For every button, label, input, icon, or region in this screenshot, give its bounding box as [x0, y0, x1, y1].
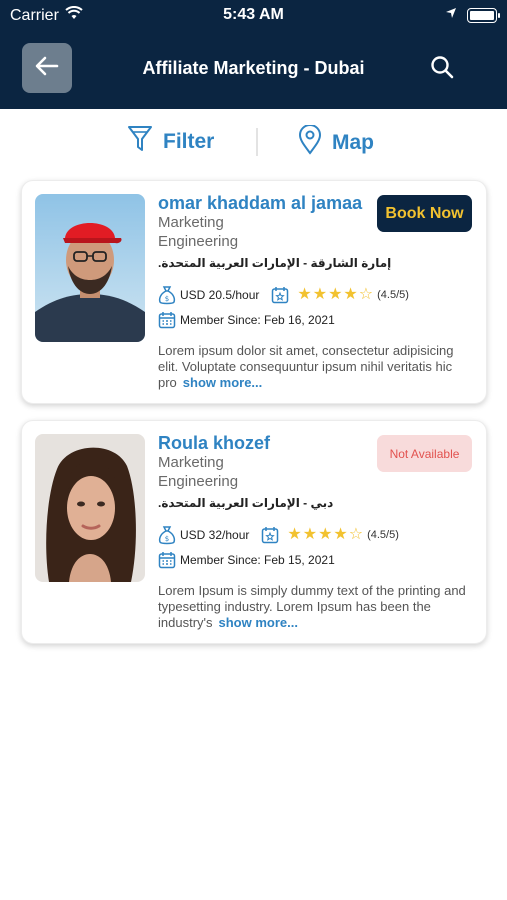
status-time: 5:43 AM: [223, 6, 284, 23]
money-bag-icon: $: [158, 285, 176, 305]
show-more-link[interactable]: show more...: [219, 615, 298, 630]
rate-rating-row: $ USD 32/hour ★ ★ ★ ★ ☆ (4.5/5): [158, 525, 399, 545]
location-arrow-icon: [445, 6, 457, 24]
profile-description: Lorem Ipsum is simply dummy text of the …: [158, 583, 472, 631]
profile-role-secondary: Engineering: [158, 233, 239, 250]
filter-label: Filter: [163, 130, 215, 153]
star-rating: ★ ★ ★ ★ ☆: [297, 287, 373, 303]
profile-role: Marketing: [158, 454, 224, 471]
rate-rating-row: $ USD 20.5/hour ★ ★ ★ ★ ☆ (4.5/5): [158, 285, 409, 305]
profile-location: إمارة الشارقة - الإمارات العربية المتحدة…: [158, 256, 392, 270]
back-arrow-icon: [35, 56, 59, 81]
member-since: Member Since: Feb 15, 2021: [180, 553, 335, 567]
half-star-icon: ☆: [348, 526, 364, 543]
profile-role-secondary: Engineering: [158, 473, 239, 490]
svg-text:$: $: [165, 295, 169, 303]
search-button[interactable]: [427, 54, 457, 84]
profile-card[interactable]: Roula khozef Marketing Engineering دبي -…: [21, 420, 487, 644]
rating-value: (4.5/5): [377, 289, 409, 301]
avatar: [35, 434, 145, 582]
not-available-badge: Not Available: [377, 435, 472, 472]
map-pin-icon: [298, 124, 322, 161]
navigation-bar: Affiliate Marketing - Dubai: [0, 30, 507, 109]
profile-card[interactable]: omar khaddam al jamaa Marketing Engineer…: [21, 180, 487, 404]
money-bag-icon: $: [158, 525, 176, 545]
calendar-star-icon: [261, 526, 279, 544]
star-icon: ★: [328, 286, 343, 303]
description-text: Lorem Ipsum is simply dummy text of the …: [158, 583, 466, 630]
toolbar-divider: [256, 128, 258, 156]
search-icon: [430, 55, 454, 84]
star-icon: ★: [297, 286, 312, 303]
back-button[interactable]: [22, 43, 72, 93]
star-icon: ★: [343, 286, 358, 303]
hourly-rate: USD 32/hour: [180, 528, 250, 542]
funnel-icon: [127, 125, 153, 159]
map-label: Map: [332, 131, 374, 154]
avatar: [35, 194, 145, 342]
star-icon: ★: [287, 526, 302, 543]
hourly-rate: USD 20.5/hour: [180, 288, 260, 302]
svg-text:$: $: [165, 535, 169, 543]
show-more-link[interactable]: show more...: [183, 375, 262, 390]
profile-description: Lorem ipsum dolor sit amet, consectetur …: [158, 343, 472, 391]
star-icon: ★: [312, 286, 328, 303]
star-icon: ★: [302, 526, 318, 543]
battery-icon: [467, 7, 500, 23]
book-now-button[interactable]: Book Now: [377, 195, 472, 232]
calendar-star-icon: [271, 286, 289, 304]
map-button[interactable]: Map: [298, 124, 374, 161]
filter-map-bar: Filter Map: [0, 115, 507, 167]
profile-role: Marketing: [158, 214, 224, 231]
page-title: Affiliate Marketing - Dubai: [142, 58, 365, 78]
calendar-icon: [158, 551, 176, 569]
member-since: Member Since: Feb 16, 2021: [180, 313, 335, 327]
profile-name[interactable]: omar khaddam al jamaa: [158, 193, 362, 214]
member-since-row: Member Since: Feb 15, 2021: [158, 551, 335, 569]
star-icon: ★: [318, 526, 333, 543]
status-bar: Carrier 5:43 AM: [0, 0, 507, 30]
profile-location: دبي - الإمارات العربية المتحدة.: [158, 496, 334, 510]
profile-name[interactable]: Roula khozef: [158, 433, 270, 454]
rating-value: (4.5/5): [367, 529, 399, 541]
half-star-icon: ☆: [358, 286, 374, 303]
filter-button[interactable]: Filter: [127, 125, 214, 159]
member-since-row: Member Since: Feb 16, 2021: [158, 311, 335, 329]
calendar-icon: [158, 311, 176, 329]
star-rating: ★ ★ ★ ★ ☆: [287, 527, 363, 543]
star-icon: ★: [333, 526, 348, 543]
